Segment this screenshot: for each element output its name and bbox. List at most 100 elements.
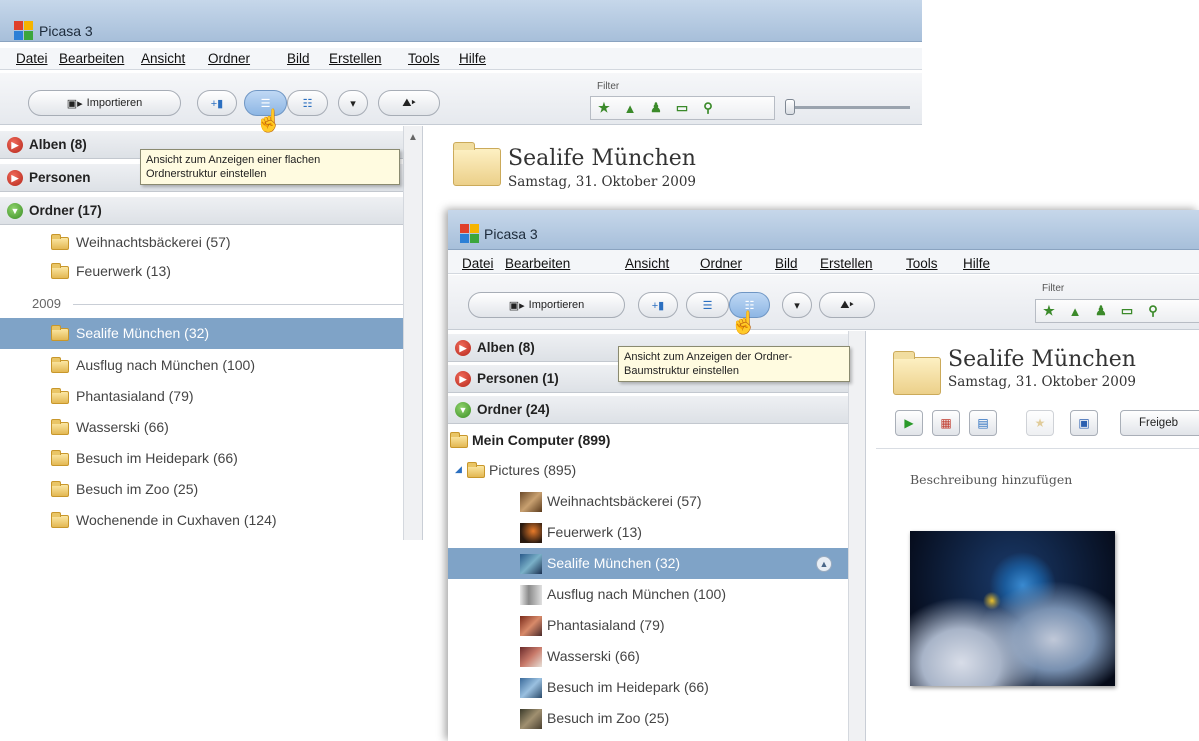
folder-item[interactable]: Weihnachtsbäckerei (57) — [0, 227, 422, 258]
add-description-field[interactable]: Beschreibung hinzufügen — [910, 472, 1072, 487]
movie-button[interactable]: ▤ — [969, 410, 997, 436]
tree-view-button[interactable]: ☷ — [287, 90, 328, 116]
menu-bearbeiten[interactable]: Bearbeiten — [59, 51, 124, 66]
view-dropdown-button[interactable]: ▾ — [338, 90, 368, 116]
menu-hilfe[interactable]: Hilfe — [459, 51, 486, 66]
tree-list-icon: ☷ — [302, 97, 313, 110]
folder-item[interactable]: Wasserski (66) — [448, 641, 865, 672]
geotag-filter-icon[interactable]: ⚲ — [1140, 303, 1166, 319]
share-button[interactable]: Freigeb — [1120, 410, 1199, 436]
star-filter-icon[interactable]: ★ — [591, 100, 617, 116]
menu-ansicht[interactable]: Ansicht — [141, 51, 185, 66]
folder-label: Wochenende in Cuxhaven (124) — [76, 512, 277, 528]
filter-slider[interactable] — [785, 106, 910, 109]
upload-status-icon[interactable]: ▲ — [816, 556, 832, 572]
play-icon: ▶ — [904, 416, 914, 430]
thumbnail-icon — [520, 585, 542, 605]
album-add-icon: +▮ — [651, 299, 665, 312]
folder-item[interactable]: Wasserski (66) — [0, 412, 422, 443]
import-button[interactable]: ▣▸ Importieren — [468, 292, 625, 318]
folder-item[interactable]: Besuch im Zoo (25) — [448, 703, 865, 734]
album-title: Sealife München — [948, 347, 1136, 372]
title-bar[interactable]: Picasa 3 — [0, 0, 922, 42]
folder-item[interactable]: Feuerwerk (13) — [0, 256, 422, 287]
title-bar[interactable]: Picasa 3 — [448, 210, 1199, 250]
folder-icon — [51, 388, 69, 404]
folder-item[interactable]: Besuch im Zoo (25) — [0, 474, 422, 505]
folder-item[interactable]: Wochenende in Cuxhaven (124) — [0, 505, 422, 536]
menu-bearbeiten[interactable]: Bearbeiten — [505, 256, 570, 271]
folder-label: Besuch im Heidepark (66) — [76, 450, 238, 466]
new-album-button[interactable]: +▮ — [197, 90, 237, 116]
new-album-button[interactable]: +▮ — [638, 292, 678, 318]
menu-erstellen[interactable]: Erstellen — [820, 256, 873, 271]
video-filter-icon[interactable]: ▭ — [1114, 303, 1140, 319]
folder-label: Weihnachtsbäckerei (57) — [76, 234, 231, 250]
folder-item[interactable]: Besuch im Heidepark (66) — [0, 443, 422, 474]
menu-ordner[interactable]: Ordner — [208, 51, 250, 66]
upload-filter-icon[interactable]: ▲ — [1062, 304, 1088, 319]
folder-item[interactable]: Besuch im Heidepark (66) — [448, 672, 865, 703]
section-ordner[interactable]: ▼ Ordner (17) — [0, 197, 422, 225]
tree-root-computer[interactable]: Mein Computer (899) — [448, 425, 865, 456]
tooltip-line: Ansicht zum Anzeigen der Ordner- — [624, 351, 793, 363]
scrollbar[interactable] — [848, 331, 865, 741]
person-filter-icon[interactable]: ♟ — [643, 100, 669, 116]
menu-datei[interactable]: Datei — [16, 51, 48, 66]
toolbar: ▣▸ Importieren +▮ ☰ ☷ ▾ ⛰▸ Filter ★ ▲ ♟ ▭ ⚲ — [0, 73, 922, 125]
album-action-bar: ▶ ▦ ▤ ★ ▣ Freigeb — [876, 399, 1199, 449]
expand-icon: ▶ — [7, 170, 23, 186]
folder-item[interactable]: Feuerwerk (13) — [448, 517, 865, 548]
folder-item[interactable]: Phantasialand (79) — [448, 610, 865, 641]
collage-icon: ▦ — [940, 416, 952, 430]
menu-hilfe[interactable]: Hilfe — [963, 256, 990, 271]
menu-tools[interactable]: Tools — [408, 51, 440, 66]
flat-view-button[interactable]: ☰ — [686, 292, 729, 318]
folder-icon — [51, 450, 69, 466]
import-label: Importieren — [528, 299, 585, 311]
collage-button[interactable]: ▦ — [932, 410, 960, 436]
star-filter-icon[interactable]: ★ — [1036, 303, 1062, 319]
tree-node-pictures[interactable]: ◢ Pictures (895) — [448, 455, 865, 486]
menu-bild[interactable]: Bild — [287, 51, 310, 66]
folder-item[interactable]: Ausflug nach München (100) — [0, 350, 422, 381]
section-ordner[interactable]: ▼ Ordner (24) — [448, 396, 865, 424]
folder-icon — [51, 419, 69, 435]
menu-erstellen[interactable]: Erstellen — [329, 51, 382, 66]
album-date: Samstag, 31. Oktober 2009 — [948, 374, 1137, 390]
upload-button[interactable]: ⛰▸ — [378, 90, 440, 116]
folder-label: Sealife München (32) — [76, 325, 210, 341]
star-button[interactable]: ★ — [1026, 410, 1054, 436]
save-button[interactable]: ▣ — [1070, 410, 1098, 436]
folder-item[interactable]: Weihnachtsbäckerei (57) — [448, 486, 865, 517]
hand-cursor-icon: ☝ — [730, 310, 758, 335]
geotag-filter-icon[interactable]: ⚲ — [695, 100, 721, 116]
menu-datei[interactable]: Datei — [462, 256, 494, 271]
slideshow-button[interactable]: ▶ — [895, 410, 923, 436]
section-label: Alben (8) — [29, 137, 87, 152]
upload-filter-icon[interactable]: ▲ — [617, 101, 643, 116]
flat-list-icon: ☰ — [702, 299, 713, 312]
scrollbar[interactable]: ▲ — [403, 126, 422, 540]
person-filter-icon[interactable]: ♟ — [1088, 303, 1114, 319]
menu-tools[interactable]: Tools — [906, 256, 938, 271]
slider-knob[interactable] — [785, 99, 795, 115]
section-label: Alben (8) — [477, 340, 535, 355]
import-button[interactable]: ▣▸ Importieren — [28, 90, 181, 116]
scroll-up-icon[interactable]: ▲ — [408, 132, 418, 143]
folder-item[interactable]: Ausflug nach München (100) — [448, 579, 865, 610]
collapse-arrow-icon[interactable]: ◢ — [455, 464, 462, 475]
folder-item[interactable]: Phantasialand (79) — [0, 381, 422, 412]
folder-item-selected[interactable]: Sealife München (32) — [0, 318, 422, 349]
menu-ordner[interactable]: Ordner — [700, 256, 742, 271]
folder-label: Feuerwerk (13) — [547, 524, 642, 540]
photo-thumbnail[interactable] — [910, 531, 1115, 686]
album-date: Samstag, 31. Oktober 2009 — [508, 174, 697, 190]
upload-button[interactable]: ⛰▸ — [819, 292, 875, 318]
folder-item-selected[interactable]: Sealife München (32) ▲ — [448, 548, 865, 579]
video-filter-icon[interactable]: ▭ — [669, 100, 695, 116]
view-dropdown-button[interactable]: ▾ — [782, 292, 812, 318]
folder-icon — [450, 432, 468, 448]
menu-bild[interactable]: Bild — [775, 256, 798, 271]
menu-ansicht[interactable]: Ansicht — [625, 256, 669, 271]
